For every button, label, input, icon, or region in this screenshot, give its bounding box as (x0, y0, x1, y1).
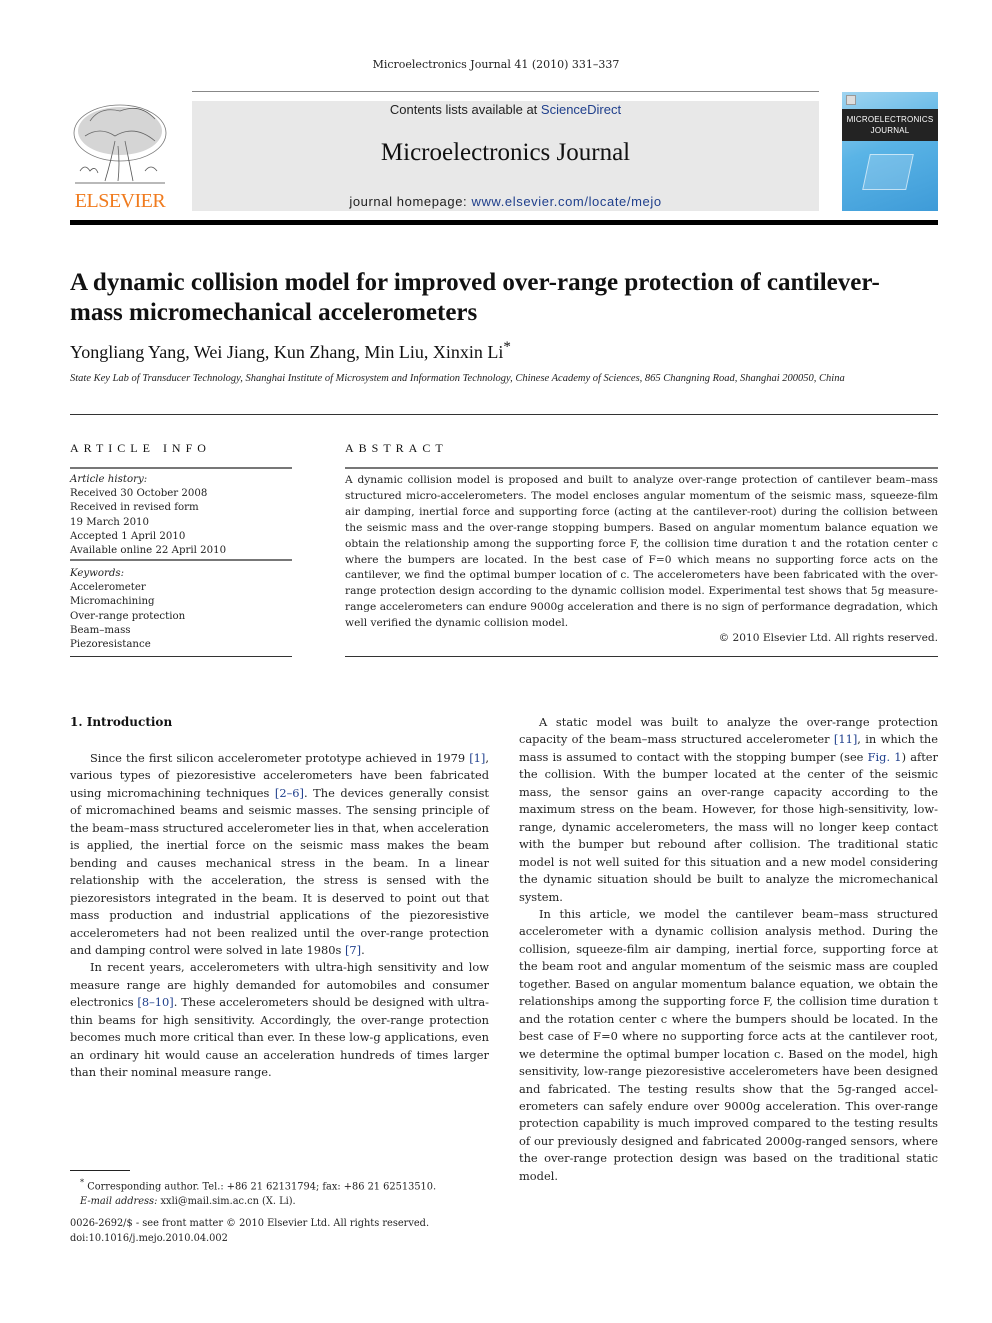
citation-link[interactable]: [2–6] (275, 786, 304, 800)
body-column-left: Since the first silicon accelerometer pr… (70, 750, 489, 1082)
cover-publisher-icon (846, 95, 856, 105)
doi[interactable]: doi:10.1016/j.mejo.2010.04.002 (70, 1232, 490, 1247)
cover-title-line1: MICROELECTRONICS (846, 115, 934, 124)
citation-link[interactable]: [7] (345, 943, 361, 957)
citation-link[interactable]: [11] (834, 732, 857, 746)
paragraph: In this article, we model the cantilever… (519, 906, 938, 1183)
paragraph: In recent years, accelerometers with ult… (70, 960, 489, 1080)
issn-line: 0026-2692/$ - see front matter © 2010 El… (70, 1218, 430, 1229)
keyword: Accelerometer (70, 582, 146, 594)
paragraph: Since the first silicon accelerometer pr… (70, 751, 489, 957)
history-entry: Available online 22 April 2010 (70, 545, 227, 557)
footnote-divider (70, 1170, 130, 1171)
journal-masthead: Contents lists available at ScienceDirec… (192, 101, 819, 211)
divider (345, 467, 938, 469)
contents-prefix: Contents lists available at (389, 102, 541, 117)
citation-link[interactable]: [1] (469, 751, 485, 765)
cover-title-line2: JOURNAL (870, 126, 910, 135)
running-head: Microelectronics Journal 41 (2010) 331–3… (372, 58, 620, 71)
paragraph: A static model was built to analyze the … (519, 715, 939, 904)
footnote: * Corresponding author. Tel.: +86 21 621… (80, 1175, 500, 1209)
journal-name: Microelectronics Journal (380, 139, 631, 166)
contents-line: Contents lists available at ScienceDirec… (192, 102, 819, 117)
journal-cover-thumbnail[interactable]: MICROELECTRONICS JOURNAL (842, 92, 938, 211)
keyword: Micromachining (70, 596, 155, 608)
authors: Yongliang Yang, Wei Jiang, Kun Zhang, Mi… (70, 342, 504, 362)
corresponding-author-note: * Corresponding author. Tel.: +86 21 621… (80, 1175, 500, 1195)
homepage-prefix: journal homepage: (349, 194, 472, 209)
divider (70, 467, 292, 469)
article-history: Article history: Received 30 October 200… (70, 473, 292, 558)
header-divider (192, 91, 819, 92)
section-heading-introduction: 1. Introduction (70, 715, 173, 729)
cover-title: MICROELECTRONICS JOURNAL (842, 109, 938, 141)
keywords-label: Keywords: (70, 568, 125, 579)
divider (70, 559, 292, 561)
divider (70, 414, 938, 415)
history-entry: 19 March 2010 (70, 516, 150, 528)
footnote-mark: * (80, 1177, 85, 1187)
article-history-label: Article history: (70, 474, 148, 485)
elsevier-wordmark: ELSEVIER (74, 190, 166, 212)
divider (70, 656, 292, 657)
email-label: E-mail address: (80, 1195, 158, 1207)
author-list: Yongliang Yang, Wei Jiang, Kun Zhang, Mi… (70, 339, 511, 363)
corresponding-author-mark[interactable]: * (503, 339, 511, 355)
corresponding-author-text: Corresponding author. Tel.: +86 21 62131… (87, 1181, 437, 1193)
divider (345, 656, 938, 657)
affiliation: State Key Lab of Transducer Technology, … (70, 373, 845, 384)
elsevier-tree-icon (73, 104, 167, 184)
body-column-right: A static model was built to analyze the … (519, 714, 938, 1185)
article-title: A dynamic collision model for improved o… (70, 269, 880, 326)
abstract-text: A dynamic collision model is proposed an… (345, 474, 938, 630)
history-entry: Accepted 1 April 2010 (70, 530, 186, 542)
journal-homepage-link[interactable]: www.elsevier.com/locate/mejo (471, 194, 661, 209)
sciencedirect-link[interactable]: ScienceDirect (541, 102, 621, 117)
article-info-heading: ARTICLE INFO (70, 441, 211, 455)
keywords: Keywords: Accelerometer Micromachining O… (70, 567, 292, 652)
email-address[interactable]: xxli@mail.sim.ac.cn (X. Li). (161, 1196, 296, 1207)
cover-chip-image (862, 154, 914, 190)
homepage-line: journal homepage: www.elsevier.com/locat… (192, 194, 819, 209)
front-matter: 0026-2692/$ - see front matter © 2010 El… (70, 1217, 490, 1246)
abstract-copyright: © 2010 Elsevier Ltd. All rights reserved… (718, 632, 938, 644)
history-entry: Received in revised form (70, 502, 199, 514)
header-thick-rule (70, 220, 938, 225)
history-entry: Received 30 October 2008 (70, 488, 208, 500)
abstract-heading: ABSTRACT (345, 441, 448, 455)
keyword: Piezoresistance (70, 639, 151, 651)
citation-link[interactable]: [8–10] (137, 995, 173, 1009)
elsevier-logo[interactable]: ELSEVIER (70, 101, 170, 212)
citation-link[interactable]: Fig. 1 (868, 750, 902, 764)
keyword: Over-range protection (70, 610, 186, 622)
email-note: E-mail address: xxli@mail.sim.ac.cn (X. … (80, 1195, 500, 1210)
keyword: Beam–mass (70, 624, 131, 636)
